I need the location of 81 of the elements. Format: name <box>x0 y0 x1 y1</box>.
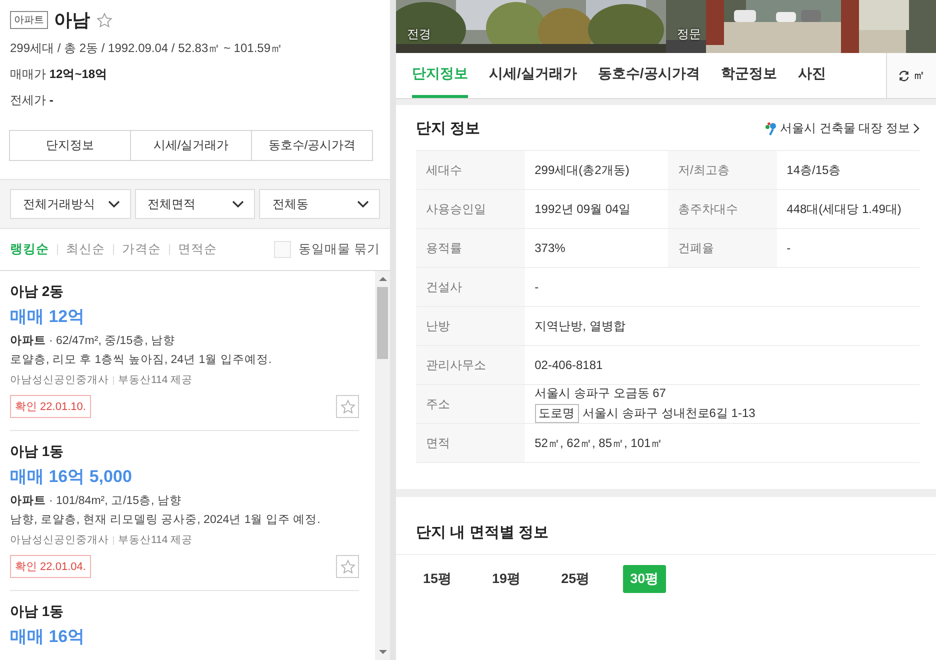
sort-option[interactable]: 최신순 <box>66 241 105 258</box>
listing-title[interactable]: 아남 2동 <box>10 283 359 301</box>
table-cell-text: 02-406-8181 <box>534 356 604 374</box>
table-cell-text: 서울시 송파구 오금동 67 <box>534 385 667 402</box>
type-tag: 아파트 <box>10 11 48 29</box>
listing-title[interactable]: 아남 1동 <box>10 443 359 461</box>
table-label: 용적률 <box>416 228 525 268</box>
photo-caption: 전경 <box>407 26 431 43</box>
complex-name: 아남 <box>54 9 90 32</box>
table-label: 건설사 <box>416 268 525 306</box>
table-label: 저/최고층 <box>668 151 777 190</box>
table-cell-text: 299세대(총2개동) <box>534 162 630 178</box>
listing-title[interactable]: 아남 1동 <box>10 603 359 621</box>
listing-description: 남향, 로얄층, 현재 리모델링 공사중, 2024년 1월 입주 예정. <box>10 513 322 527</box>
table-cell-text: 448대(세대당 1.49대) <box>786 200 902 218</box>
section-title: 단지 내 면적별 정보 <box>396 523 936 555</box>
chevron-right-icon <box>913 123 920 134</box>
logo-icon <box>764 122 777 136</box>
agent-name: 아남성신공인중개사 <box>10 373 109 387</box>
listing-specs: · 62/47m², 중/15층, 남향 <box>49 335 175 347</box>
chevron-down-icon <box>232 200 244 208</box>
sale-price: 매매가 12억~18억 <box>10 66 108 83</box>
filter-dropdown[interactable]: 전체거래방식 <box>10 189 131 219</box>
section-button[interactable]: 단지정보 <box>9 130 131 161</box>
jeonse-price: 전세가 - <box>10 92 54 109</box>
photo-caption: 정문 <box>677 26 701 43</box>
table-label: 면적 <box>416 424 525 462</box>
refresh-icon <box>898 70 910 82</box>
listing-price: 매매 16억 <box>10 626 86 648</box>
scroll-up-icon[interactable] <box>378 276 386 282</box>
table-label: 총주차대수 <box>668 190 777 228</box>
scroll-down-icon[interactable] <box>378 649 386 655</box>
tab[interactable]: 시세/실거래가 <box>489 53 577 98</box>
section-button[interactable]: 시세/실거래가 <box>130 130 252 161</box>
unit-toggle[interactable]: ㎡ <box>886 53 936 98</box>
favorite-button[interactable] <box>336 555 359 578</box>
sort-option[interactable]: 면적순 <box>178 241 217 258</box>
table-label: 세대수 <box>416 151 525 190</box>
building-registry-link[interactable]: 서울시 건축물 대장 정보 <box>764 120 920 137</box>
confirmed-date: 확인 22.01.10. <box>10 395 91 418</box>
listing-specs: · 101/84m², 고/15층, 남향 <box>49 495 182 507</box>
property-type: 아파트 <box>10 335 46 347</box>
property-type: 아파트 <box>10 495 46 507</box>
listing-description: 로얄층, 리모 후 1층씩 높아짐, 24년 1월 입주예정. <box>10 353 273 367</box>
agent-name: 아남성신공인중개사 <box>10 533 109 547</box>
table-cell-text: 373% <box>534 240 566 256</box>
filter-dropdown[interactable]: 전체동 <box>259 189 380 219</box>
confirmed-date: 확인 22.01.04. <box>10 555 91 578</box>
star-icon[interactable] <box>96 12 113 28</box>
table-label: 주소 <box>416 384 525 424</box>
listing-price: 매매 16억 5,000 <box>10 466 133 488</box>
tab[interactable]: 사진 <box>798 53 826 98</box>
table-cell-text: 52㎡, 62㎡, 85㎡, 101㎡ <box>534 434 664 452</box>
table-cell-text: 지역난방, 열병합 <box>534 318 626 334</box>
table-cell-text: 14층/15층 <box>786 162 842 178</box>
table-label: 난방 <box>416 306 525 346</box>
table-cell-text: 1992년 09월 04일 <box>534 200 632 218</box>
road-name-tag: 도로명 <box>534 404 579 423</box>
tab[interactable]: 동호수/공시가격 <box>598 53 700 98</box>
listing-price: 매매 12억 <box>10 306 86 328</box>
chevron-down-icon <box>357 200 370 208</box>
checkbox[interactable] <box>274 241 291 258</box>
table-label: 관리사무소 <box>416 346 525 384</box>
table-cell-text: - <box>534 278 540 296</box>
complex-summary: 299세대 / 총 2동 / 1992.09.04 / 52.83㎡ ~ 101.59㎡ <box>10 40 284 57</box>
scrollbar-thumb[interactable] <box>377 287 388 359</box>
section-button[interactable]: 동호수/공시가격 <box>251 130 373 161</box>
tab[interactable]: 학군정보 <box>720 53 777 98</box>
table-label: 건폐율 <box>668 228 777 268</box>
favorite-button[interactable] <box>336 395 359 418</box>
filter-dropdown[interactable]: 전체면적 <box>134 189 256 219</box>
data-source: 부동산114 제공 <box>118 533 193 547</box>
data-source: 부동산114 제공 <box>118 373 193 387</box>
table-label: 사용승인일 <box>416 190 525 228</box>
scrollbar[interactable] <box>375 271 390 660</box>
road-address: 서울시 송파구 성내천로6길 1-13 <box>582 405 756 422</box>
table-cell-text: - <box>786 240 792 256</box>
chevron-down-icon <box>108 200 120 208</box>
checkbox-label: 동일매물 묶기 <box>298 241 380 258</box>
sort-option[interactable]: 가격순 <box>122 241 161 258</box>
section-title: 단지 정보 <box>416 119 480 138</box>
